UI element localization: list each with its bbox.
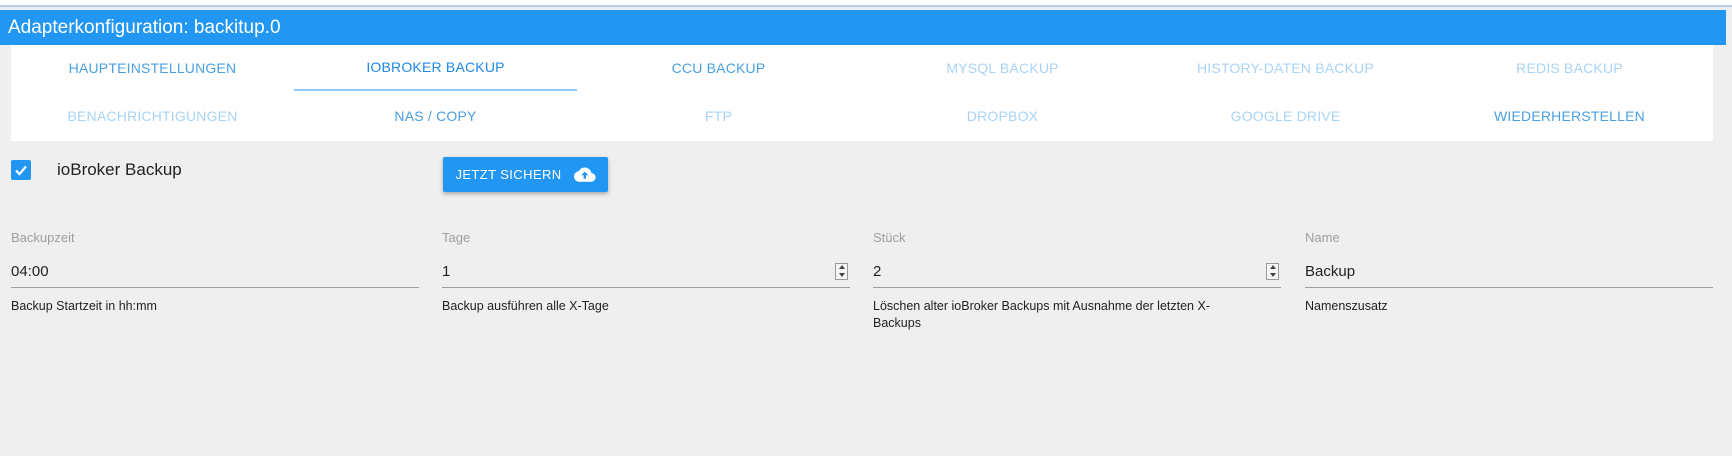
field-help: Löschen alter ioBroker Backups mit Ausna…: [873, 299, 1210, 330]
tab-bar: HAUPTEINSTELLUNGEN IOBROKER BACKUP CCU B…: [11, 45, 1713, 141]
field-backupzeit: Backupzeit 04:00 Backup Startzeit in hh:…: [11, 230, 419, 315]
field-value: 2: [873, 262, 882, 280]
tab-benachrichtigungen[interactable]: BENACHRICHTIGUNGEN: [11, 93, 294, 139]
backup-now-button[interactable]: JETZT SICHERN: [443, 157, 608, 192]
checkmark-icon: [15, 165, 27, 176]
field-help: Namenszusatz: [1305, 299, 1388, 313]
field-stueck: Stück 2 Löschen alter ioBroker Backups m…: [873, 230, 1281, 332]
enable-checkbox-row[interactable]: ioBroker Backup: [11, 160, 182, 180]
field-help: Backup ausführen alle X-Tage: [442, 299, 609, 313]
tab-wiederherstellen[interactable]: WIEDERHERSTELLEN: [1428, 93, 1711, 139]
tab-mysql-backup[interactable]: MYSQL BACKUP: [861, 45, 1144, 91]
tage-input[interactable]: 1: [442, 255, 850, 288]
stueck-input[interactable]: 2: [873, 255, 1281, 288]
name-input[interactable]: Backup: [1305, 255, 1713, 288]
number-spinner[interactable]: [1266, 262, 1279, 280]
tab-google-drive[interactable]: GOOGLE DRIVE: [1144, 93, 1427, 139]
enable-checkbox[interactable]: [11, 160, 31, 180]
tab-ccu-backup[interactable]: CCU BACKUP: [577, 45, 860, 91]
field-label: Stück: [873, 230, 906, 245]
field-tage: Tage 1 Backup ausführen alle X-Tage: [442, 230, 850, 315]
field-label: Backupzeit: [11, 230, 75, 245]
tab-nas-copy[interactable]: NAS / COPY: [294, 93, 577, 139]
tab-dropbox[interactable]: DROPBOX: [861, 93, 1144, 139]
tab-iobroker-backup[interactable]: IOBROKER BACKUP: [294, 45, 577, 91]
field-label: Tage: [442, 230, 471, 245]
number-spinner[interactable]: [835, 262, 848, 280]
tab-haupteinstellungen[interactable]: HAUPTEINSTELLUNGEN: [11, 45, 294, 91]
field-help: Backup Startzeit in hh:mm: [11, 299, 157, 313]
backup-now-label: JETZT SICHERN: [455, 167, 562, 182]
tab-redis-backup[interactable]: REDIS BACKUP: [1428, 45, 1711, 91]
field-value: 04:00: [11, 262, 49, 280]
tab-history-daten-backup[interactable]: HISTORY-DATEN BACKUP: [1144, 45, 1427, 91]
field-label: Name: [1305, 230, 1340, 245]
top-border: [0, 0, 1732, 7]
tab-ftp[interactable]: FTP: [577, 93, 860, 139]
field-value: 1: [442, 262, 451, 280]
backupzeit-input[interactable]: 04:00: [11, 255, 419, 288]
field-name: Name Backup Namenszusatz: [1305, 230, 1713, 315]
enable-checkbox-label: ioBroker Backup: [57, 160, 182, 179]
field-value: Backup: [1305, 262, 1356, 280]
dialog-title: Adapterkonfiguration: backitup.0: [0, 10, 1726, 45]
cloud-upload-icon: [573, 167, 596, 182]
